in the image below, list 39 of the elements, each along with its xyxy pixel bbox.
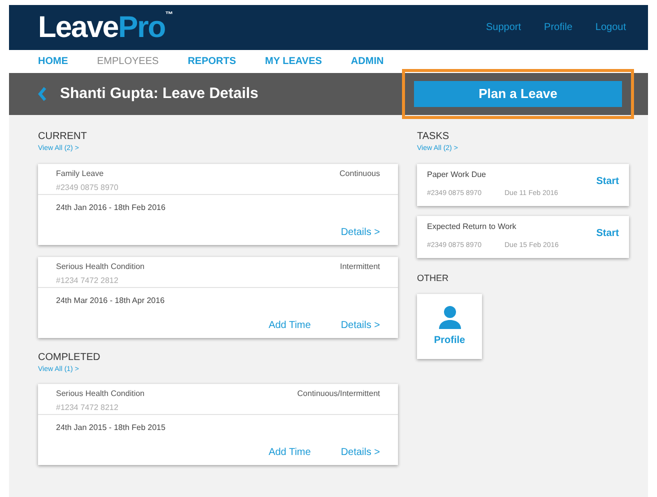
plan-leave-button[interactable]: Plan a Leave [414,81,622,107]
action-link[interactable]: Details > [340,226,380,238]
leave-dates: 24th Jan 2016 - 18th Feb 2016 [56,202,166,212]
leave-type-name: Family Leave [56,168,105,180]
leave-mode: Continuous [340,168,380,180]
leave-type-name: Serious Health Condition [56,388,144,400]
nav-tab[interactable]: HOME [38,54,68,69]
task-title: Paper Work Due [427,169,487,182]
task-title: Expected Return to Work [427,221,518,234]
leave-type-name: Serious Health Condition [56,260,144,272]
leave-dates: 24th Jan 2015 - 18th Feb 2015 [56,423,166,432]
leave-dates: 24th Mar 2016 - 18th Apr 2016 [56,296,165,304]
section-heading: OTHER [417,272,450,284]
leave-mode: Continuous/Intermittent [297,388,380,400]
person-icon [438,305,462,329]
section-heading: CURRENT [38,130,88,144]
page-title: Shanti Gupta: Leave Details [60,84,258,104]
profile-tile[interactable]: Profile [417,294,482,359]
case-number: #2349 0875 8970 [56,182,118,194]
action-link[interactable]: Add Time [268,447,311,459]
start-link[interactable]: Start [596,226,619,241]
case-number: #1234 7472 8212 [56,402,120,414]
action-link[interactable]: Add Time [268,320,311,332]
nav-tab[interactable]: EMPLOYEES [97,54,159,69]
action-link[interactable]: Details > [340,320,380,332]
nav-tab[interactable]: REPORTS [188,54,236,69]
start-link[interactable]: Start [596,174,619,189]
header-link[interactable]: Profile [544,20,572,35]
section-heading: COMPLETED [38,350,102,364]
back-icon[interactable] [38,87,47,101]
nav-tab[interactable]: ADMIN [350,54,384,69]
section-heading: TASKS [417,130,450,144]
action-link[interactable]: Details > [340,447,380,459]
header-link[interactable]: Logout [595,20,626,35]
logo: LeavePro™ [38,9,174,46]
case-number: #1234 7472 2812 [56,274,120,286]
nav-tab[interactable]: MY LEAVES [265,54,322,69]
header-link[interactable]: Support [486,20,522,35]
leave-mode: Intermittent [340,260,380,272]
